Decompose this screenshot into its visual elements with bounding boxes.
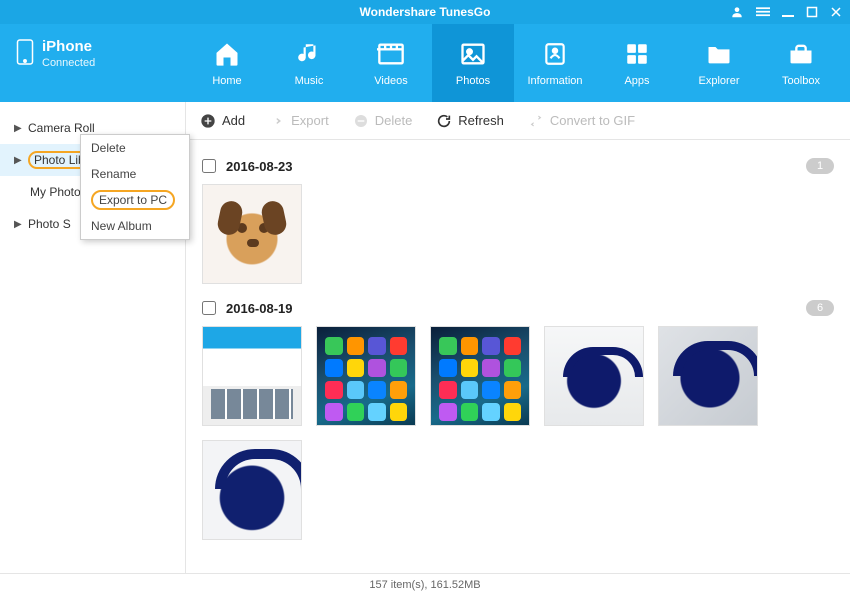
sidebar-item-label: Camera Roll <box>28 121 95 135</box>
home-icon <box>213 39 241 69</box>
photo-thumbnail[interactable] <box>316 326 416 426</box>
group-checkbox[interactable] <box>202 301 216 315</box>
main-panel: Add Export Delete Refresh Convert to GIF… <box>186 102 850 573</box>
tab-label: Toolbox <box>782 75 820 87</box>
export-icon <box>269 113 285 129</box>
button-label: Export <box>291 113 329 128</box>
context-menu: Delete Rename Export to PC New Album <box>80 134 190 240</box>
tab-home[interactable]: Home <box>186 24 268 102</box>
convert-button: Convert to GIF <box>528 113 635 129</box>
menu-item-label: Delete <box>91 141 126 155</box>
button-label: Delete <box>375 113 413 128</box>
header: iPhone Connected Home Music Videos Photo… <box>0 24 850 102</box>
group-header: 2016-08-19 6 <box>202 300 834 316</box>
tab-label: Photos <box>456 75 490 87</box>
group-count: 6 <box>806 300 834 316</box>
maximize-icon[interactable] <box>806 6 818 18</box>
close-icon[interactable] <box>830 6 842 18</box>
menu-item-label: New Album <box>91 219 152 233</box>
menu-item-delete[interactable]: Delete <box>81 135 189 161</box>
photos-icon <box>459 39 487 69</box>
tab-label: Home <box>212 75 241 87</box>
titlebar: Wondershare TunesGo <box>0 0 850 24</box>
status-bar: 157 item(s), 161.52MB <box>0 573 850 595</box>
tab-music[interactable]: Music <box>268 24 350 102</box>
menu-item-label: Rename <box>91 167 136 181</box>
minimize-icon[interactable] <box>782 6 794 18</box>
tab-label: Music <box>295 75 324 87</box>
photo-thumbnail[interactable] <box>202 440 302 540</box>
chevron-right-icon: ▶ <box>14 155 22 166</box>
tab-toolbox[interactable]: Toolbox <box>760 24 842 102</box>
tab-explorer[interactable]: Explorer <box>678 24 760 102</box>
plus-icon <box>200 113 216 129</box>
group-date: 2016-08-23 <box>226 159 293 174</box>
app-title: Wondershare TunesGo <box>360 5 491 19</box>
photo-thumbnail[interactable] <box>202 326 302 426</box>
tab-label: Apps <box>624 75 649 87</box>
explorer-icon <box>705 39 733 69</box>
group-header: 2016-08-23 1 <box>202 158 834 174</box>
sidebar-item-label: My Photos <box>30 185 87 199</box>
tab-photos[interactable]: Photos <box>432 24 514 102</box>
menu-item-rename[interactable]: Rename <box>81 161 189 187</box>
phone-icon <box>16 38 34 66</box>
photo-thumbnail[interactable] <box>430 326 530 426</box>
menu-item-new-album[interactable]: New Album <box>81 213 189 239</box>
group-date: 2016-08-19 <box>226 301 293 316</box>
photo-thumbnail[interactable] <box>544 326 644 426</box>
photo-thumbnail[interactable] <box>202 184 302 284</box>
button-label: Add <box>222 113 245 128</box>
device-box[interactable]: iPhone Connected <box>0 24 186 102</box>
button-label: Convert to GIF <box>550 113 635 128</box>
delete-button: Delete <box>353 113 413 129</box>
refresh-icon <box>436 113 452 129</box>
window-controls <box>730 0 842 24</box>
button-label: Refresh <box>458 113 504 128</box>
sidebar-item-label: Photo S <box>28 217 71 231</box>
chevron-right-icon: ▶ <box>14 123 22 134</box>
user-icon[interactable] <box>730 5 744 19</box>
tab-videos[interactable]: Videos <box>350 24 432 102</box>
group-checkbox[interactable] <box>202 159 216 173</box>
add-button[interactable]: Add <box>200 113 245 129</box>
status-text: 157 item(s), 161.52MB <box>369 579 480 591</box>
menu-item-label: Export to PC <box>91 190 175 210</box>
tab-apps[interactable]: Apps <box>596 24 678 102</box>
device-status: Connected <box>42 57 95 69</box>
device-name: iPhone <box>42 38 95 55</box>
tab-information[interactable]: Information <box>514 24 596 102</box>
photo-content: 2016-08-23 1 2016-08-19 6 <box>186 140 850 573</box>
videos-icon <box>377 39 405 69</box>
tab-label: Videos <box>374 75 407 87</box>
toolbox-icon <box>787 39 815 69</box>
refresh-button[interactable]: Refresh <box>436 113 504 129</box>
photo-thumbnail[interactable] <box>658 326 758 426</box>
apps-icon <box>624 39 650 69</box>
tab-label: Explorer <box>699 75 740 87</box>
menu-item-export-to-pc[interactable]: Export to PC <box>81 187 189 213</box>
information-icon <box>542 39 568 69</box>
convert-icon <box>528 113 544 129</box>
minus-icon <box>353 113 369 129</box>
export-button: Export <box>269 113 329 129</box>
main-tabs: Home Music Videos Photos Information App… <box>186 24 850 102</box>
music-icon <box>296 39 322 69</box>
group-count: 1 <box>806 158 834 174</box>
tab-label: Information <box>527 75 582 87</box>
chevron-right-icon: ▶ <box>14 219 22 230</box>
toolbar: Add Export Delete Refresh Convert to GIF <box>186 102 850 140</box>
menu-icon[interactable] <box>756 5 770 19</box>
